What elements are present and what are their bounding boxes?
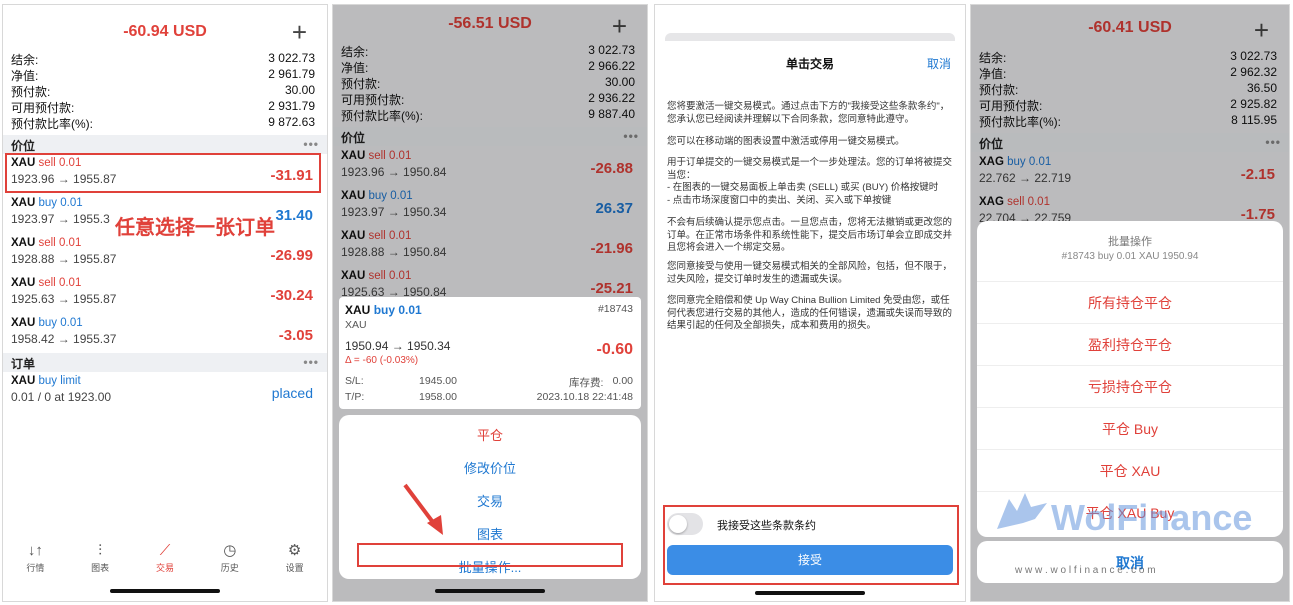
chart-icon: ⫶ <box>98 542 103 559</box>
pending-order-row[interactable]: XAU buy limit 0.01 / 0 at 1923.00 placed <box>11 375 317 413</box>
trade-icon: ⟋ <box>159 542 171 559</box>
stat-row: 净值: 2 961.79 <box>11 67 315 83</box>
tab-settings[interactable]: ⚙ 设置 <box>275 541 315 581</box>
chart-item[interactable]: 图表 <box>339 524 641 543</box>
modify-item[interactable]: 修改价位 <box>339 458 641 477</box>
highlight-box <box>663 505 959 585</box>
stat-row: 预付款: 30.00 <box>11 83 315 99</box>
watermark-url: w w w . w o l f i n a n c e . c o m <box>1015 565 1156 576</box>
tab-chart[interactable]: ⫶ 图表 <box>80 541 120 581</box>
panel-one-click-trading: 单击交易 取消 您将要激活一键交易模式。通过点击下方的"我接受这些条款条约"，您… <box>654 4 966 602</box>
section-positions: 价位 ••• <box>3 135 327 154</box>
close-all-item[interactable]: 所有持仓平仓 <box>977 281 1283 323</box>
home-indicator <box>110 589 220 593</box>
terms-paragraph: 您同意完全赔偿和使 Up Way China Bullion Limited 免… <box>667 295 953 331</box>
highlight-box <box>5 153 321 193</box>
stat-row: 预付款比率(%): 9 872.63 <box>11 115 315 131</box>
sheet-subtitle: #18743 buy 0.01 XAU 1950.94 <box>1061 251 1199 262</box>
highlight-box <box>357 543 623 567</box>
watermark-text: WolFinance <box>1051 497 1253 538</box>
arrow-icon <box>403 483 443 535</box>
section-orders: 订单 ••• <box>3 353 327 372</box>
stat-row: 结余: 3 022.73 <box>11 51 315 67</box>
gear-icon: ⚙ <box>287 542 302 559</box>
panel-positions: -60.94 USD + 结余: 3 022.73 净值: 2 961.79 预付款… <box>2 4 328 602</box>
trade-item[interactable]: 交易 <box>339 491 641 510</box>
terms-paragraph: 您同意接受与使用一键交易模式相关的全部风险，包括，但不限于，过失风险，提交订单时… <box>667 261 953 285</box>
sheet-handle <box>665 33 955 41</box>
order-row[interactable]: XAU buy 0.01 1958.42 → 1955.37 -3.05 <box>11 317 317 355</box>
terms-paragraph: 您将要激活一键交易模式。通过点击下方的"我接受这些条款条约"，您承认您已经阅读并… <box>667 101 950 125</box>
order-row[interactable]: XAU sell 0.01 1925.63 → 1955.87 -30.24 <box>11 277 317 315</box>
home-indicator <box>755 591 865 595</box>
quotes-icon: ↓↑ <box>27 542 43 559</box>
more-icon[interactable]: ••• <box>303 137 319 152</box>
close-xau-item[interactable]: 平仓 XAU <box>977 449 1283 491</box>
terms-paragraph: 用于订单提交的一键交易模式是一个一步处理法。您的订单将被提交当您： - 在图表的… <box>667 157 953 206</box>
panel-bulk-operations: -60.41 USD + 结余: 3 022.73 净值: 2 962.32 预付款… <box>970 4 1290 602</box>
close-buy-item[interactable]: 平仓 Buy <box>977 407 1283 449</box>
home-indicator <box>435 589 545 593</box>
tab-history[interactable]: ◷ 历史 <box>210 541 250 581</box>
dialog-title: 单击交易 <box>785 57 834 71</box>
bottom-tab-bar: ↓↑ 行情 ⫶ 图表 ⟋ 交易 ◷ 历史 ⚙ 设置 <box>3 541 327 581</box>
stat-row: 可用预付款: 2 931.79 <box>11 99 315 115</box>
tab-quotes[interactable]: ↓↑ 行情 <box>15 541 55 581</box>
wolf-logo-icon <box>997 493 1047 529</box>
close-position-item[interactable]: 平仓 <box>339 425 641 444</box>
history-icon: ◷ <box>223 542 237 559</box>
cancel-sheet: 取消 <box>977 541 1283 583</box>
close-losing-item[interactable]: 亏损持仓平仓 <box>977 365 1283 407</box>
annotation-text: 任意选择一张订单 <box>115 217 275 239</box>
panel-order-menu: -56.51 USD + 结余: 3 022.73 净值: 2 966.22 预付款… <box>332 4 648 602</box>
terms-paragraph: 不会有后续确认提示您点击。一旦您点击，您将无法撤销或更改您的订单。在正常市场条件… <box>667 217 953 253</box>
more-icon[interactable]: ••• <box>303 355 319 370</box>
balance-title: -60.94 USD <box>123 23 207 40</box>
tab-trade[interactable]: ⟋ 交易 <box>145 541 185 581</box>
order-detail-card: XAU buy 0.01 #18743 XAU 1950.94 → 1950.3… <box>339 297 641 409</box>
close-profitable-item[interactable]: 盈利持仓平仓 <box>977 323 1283 365</box>
cancel-button[interactable]: 取消 <box>927 55 951 72</box>
sheet-title: 批量操作 <box>1108 236 1152 248</box>
plus-icon[interactable]: + <box>292 19 307 45</box>
order-row[interactable]: XAU sell 0.01 1928.88 → 1955.87 -26.99 <box>11 237 317 275</box>
terms-paragraph: 您可以在移动端的图表设置中激活或停用一键交易模式。 <box>667 136 905 147</box>
